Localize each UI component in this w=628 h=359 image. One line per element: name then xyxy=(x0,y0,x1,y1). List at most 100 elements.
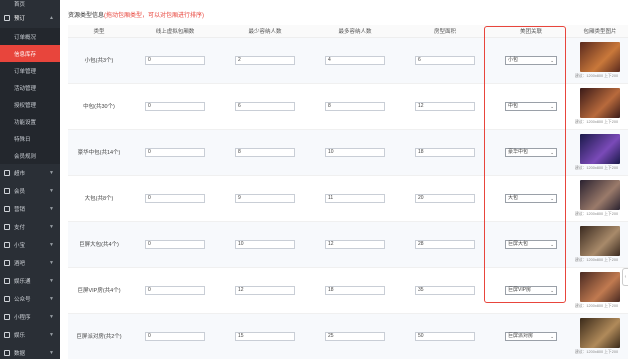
area-input[interactable]: 35 xyxy=(415,285,475,295)
miniprogram-icon xyxy=(4,314,10,320)
min-capacity-input[interactable]: 9 xyxy=(235,193,295,203)
sidebar-group-yuletong[interactable]: 娱乐通 ▼ xyxy=(0,272,60,290)
max-capacity-input[interactable]: 8 xyxy=(325,101,385,111)
table-row[interactable]: 巨屏派对房(共2个) 0 15 25 50 巨屏派对房 ⌄ 建议：1200x800 上下200 xyxy=(68,313,628,359)
area-input[interactable]: 18 xyxy=(415,147,475,157)
table-row[interactable]: 中包(共30个) 0 6 8 12 中包 ⌄ 建议：1200x800 上下200 xyxy=(68,83,628,130)
meituan-select[interactable]: 豪华中包 ⌄ xyxy=(505,147,557,157)
header-max-capacity: 最多容纳人数 xyxy=(310,25,400,38)
sidebar-group-entertainment[interactable]: 娱乐 ▼ xyxy=(0,326,60,344)
meituan-select[interactable]: 巨屏VIP房 ⌄ xyxy=(505,285,557,295)
max-capacity-input[interactable]: 18 xyxy=(325,285,385,295)
sidebar-group-xiaobao[interactable]: 小宝 ▼ xyxy=(0,236,60,254)
area-cell: 50 xyxy=(400,313,490,359)
sidebar-item-label: 功能设置 xyxy=(14,119,37,126)
sidebar-item-label: 订单管理 xyxy=(14,68,37,75)
sidebar-group-official-account[interactable]: 公众号 ▼ xyxy=(0,290,60,308)
page-title: 资源类型信息(拖动包厢类型，可以对包厢进行排序) xyxy=(68,10,204,19)
max-capacity-input[interactable]: 4 xyxy=(325,55,385,65)
meituan-select[interactable]: 巨屏大包 ⌄ xyxy=(505,239,557,249)
virtual-rooms-input[interactable]: 0 xyxy=(145,147,205,157)
virtual-rooms-input[interactable]: 0 xyxy=(145,331,205,341)
min-capacity-cell: 8 xyxy=(220,129,310,176)
sidebar-item-order-management[interactable]: 订单管理 xyxy=(0,62,60,79)
room-type-name: 小包(共3个) xyxy=(68,37,130,84)
chevron-down-icon: ⌄ xyxy=(550,149,554,155)
max-capacity-input[interactable]: 25 xyxy=(325,331,385,341)
sidebar-item-label: 特殊日 xyxy=(14,136,31,143)
meituan-select[interactable]: 巨屏派对房 ⌄ xyxy=(505,331,557,341)
min-capacity-input[interactable]: 8 xyxy=(235,147,295,157)
room-image[interactable] xyxy=(580,41,620,72)
min-capacity-input[interactable]: 12 xyxy=(235,285,295,295)
sidebar-item-member-rules[interactable]: 会员规则 xyxy=(0,147,60,164)
min-capacity-input[interactable]: 2 xyxy=(235,55,295,65)
meituan-select-value: 巨屏VIP房 xyxy=(508,286,532,293)
sidebar-group-data[interactable]: 数据 ▼ xyxy=(0,344,60,359)
table-row[interactable]: 巨屏大包(共4个) 0 10 12 28 巨屏大包 ⌄ 建议：1200x800 上下200 xyxy=(68,221,628,268)
area-input[interactable]: 6 xyxy=(415,55,475,65)
room-image[interactable] xyxy=(580,179,620,210)
sidebar-group-members[interactable]: 会员 ▼ xyxy=(0,182,60,200)
table-row[interactable]: 大包(共8个) 0 9 11 20 大包 ⌄ 建议：1200x800 上下200 xyxy=(68,175,628,222)
virtual-rooms-input[interactable]: 0 xyxy=(145,55,205,65)
min-capacity-input[interactable]: 15 xyxy=(235,331,295,341)
virtual-rooms-input[interactable]: 0 xyxy=(145,285,205,295)
sidebar-item-order-overview[interactable]: 订单概况 xyxy=(0,28,60,45)
room-type-name: 巨屏派对房(共2个) xyxy=(68,313,130,359)
table-row[interactable]: 小包(共3个) 0 2 4 6 小包 ⌄ 建议：1200x800 上下200 xyxy=(68,37,628,84)
member-card-icon xyxy=(4,188,10,194)
chevron-down-icon: ⌄ xyxy=(550,333,554,339)
meituan-select[interactable]: 中包 ⌄ xyxy=(505,101,557,111)
area-input[interactable]: 20 xyxy=(415,193,475,203)
virtual-rooms-input[interactable]: 0 xyxy=(145,101,205,111)
area-input[interactable]: 12 xyxy=(415,101,475,111)
sidebar-item-settings[interactable]: 功能设置 xyxy=(0,113,60,130)
sidebar-item-special-days[interactable]: 特殊日 xyxy=(0,130,60,147)
virtual-rooms-input[interactable]: 0 xyxy=(145,193,205,203)
table-row[interactable]: 巨屏VIP房(共4个) 0 12 18 35 巨屏VIP房 ⌄ 建议：1200x800 上下2… xyxy=(68,267,628,314)
meituan-select[interactable]: 小包 ⌄ xyxy=(505,55,557,65)
sidebar-item-info-inventory[interactable]: 信息库存 xyxy=(0,45,60,62)
room-image[interactable] xyxy=(580,225,620,256)
sidebar-group-bar[interactable]: 酒吧 ▼ xyxy=(0,254,60,272)
sidebar-item-authorization[interactable]: 授权管理 xyxy=(0,96,60,113)
max-capacity-cell: 18 xyxy=(310,267,400,314)
meituan-select[interactable]: 大包 ⌄ xyxy=(505,193,557,203)
chevron-down-icon: ▼ xyxy=(49,188,54,194)
header-area: 房型面积 xyxy=(400,25,490,38)
image-size-hint: 建议：1200x800 上下200 xyxy=(575,73,619,78)
sidebar-item-label: 公众号 xyxy=(14,297,31,303)
area-input[interactable]: 28 xyxy=(415,239,475,249)
virtual-rooms-input[interactable]: 0 xyxy=(145,239,205,249)
room-image[interactable] xyxy=(580,317,620,348)
sidebar-group-supermarket[interactable]: 超市 ▼ xyxy=(0,164,60,182)
sidebar-item-label: 订单概况 xyxy=(14,34,37,41)
sidebar-group-booking[interactable]: 预订 ▲ xyxy=(0,8,60,28)
chevron-down-icon: ⌄ xyxy=(550,241,554,247)
sidebar-item-home[interactable]: 首页 xyxy=(0,0,60,8)
area-input[interactable]: 50 xyxy=(415,331,475,341)
max-capacity-input[interactable]: 12 xyxy=(325,239,385,249)
room-image[interactable] xyxy=(580,133,620,164)
min-capacity-input[interactable]: 10 xyxy=(235,239,295,249)
meituan-cell: 中包 ⌄ xyxy=(490,83,572,130)
sidebar-group-payment[interactable]: 支付 ▼ xyxy=(0,218,60,236)
min-capacity-cell: 12 xyxy=(220,267,310,314)
sidebar-group-miniprogram[interactable]: 小程序 ▼ xyxy=(0,308,60,326)
min-capacity-input[interactable]: 6 xyxy=(235,101,295,111)
max-capacity-input[interactable]: 11 xyxy=(325,193,385,203)
sidebar-group-marketing[interactable]: 营销 ▼ xyxy=(0,200,60,218)
chevron-down-icon: ▼ xyxy=(49,170,54,176)
meituan-cell: 巨屏VIP房 ⌄ xyxy=(490,267,572,314)
max-capacity-input[interactable]: 10 xyxy=(325,147,385,157)
header-type: 类型 xyxy=(68,25,130,38)
image-size-hint: 建议：1200x800 上下200 xyxy=(575,119,619,124)
table-row[interactable]: 豪华中包(共14个) 0 8 10 18 豪华中包 ⌄ 建议：1200x800 上下200 xyxy=(68,129,628,176)
room-image[interactable] xyxy=(580,87,620,118)
min-capacity-cell: 9 xyxy=(220,175,310,222)
sidebar-item-label: 小宝 xyxy=(14,243,26,249)
sidebar-item-activity-management[interactable]: 活动管理 xyxy=(0,79,60,96)
room-image[interactable] xyxy=(580,271,620,302)
side-collapse-handle[interactable]: ‹ xyxy=(622,268,628,286)
